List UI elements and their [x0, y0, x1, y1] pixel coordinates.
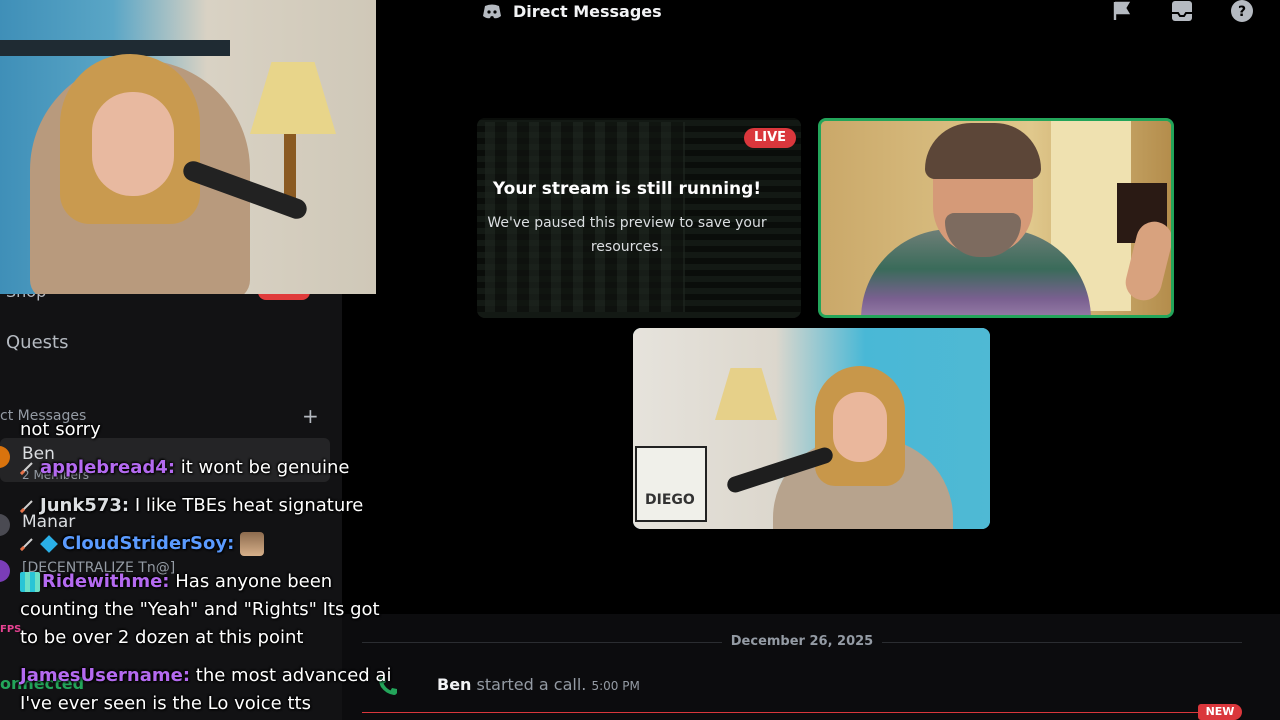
chat-text: I like TBEs heat signature [134, 495, 364, 516]
chat-username[interactable]: JamesUsername: [20, 665, 190, 686]
chat-username[interactable]: applebread4: [40, 457, 175, 478]
sword-badge-icon [20, 462, 33, 475]
chat-text: it wont be genuine [180, 457, 350, 478]
chat-username[interactable]: Junk573: [40, 495, 129, 516]
chat-message-continued: counting the "Yeah" and "Rights" Its got [20, 596, 380, 624]
webcam-person-face [92, 92, 174, 196]
chat-text: I've ever seen is the Lo voice tts [20, 693, 311, 714]
chat-message-continued: I've ever seen is the Lo voice tts [20, 690, 311, 718]
chat-username[interactable]: Ridewithme: [42, 571, 170, 592]
stream-chat-overlay: not sorry applebread4: it wont be genuin… [0, 419, 420, 720]
divider-line [882, 642, 1242, 643]
chat-text: the most advanced ai [195, 665, 392, 686]
chat-message-continued: to be over 2 dozen at this point [20, 624, 303, 652]
cube-badge-icon [40, 535, 58, 553]
flag-icon[interactable] [1110, 0, 1134, 22]
message-author[interactable]: Ben [437, 675, 471, 694]
chat-message: CloudStriderSoy: [20, 530, 265, 558]
sword-badge-icon [20, 538, 33, 551]
stream-paused-description: We've paused this preview to save your r… [487, 215, 767, 255]
participant-face [833, 392, 887, 462]
stream-paused-title: Your stream is still running! [492, 179, 762, 199]
chat-username[interactable]: CloudStriderSoy: [62, 533, 234, 554]
subscriber-badge-icon [20, 572, 40, 592]
sidebar-item-quests[interactable]: Quests [6, 332, 68, 353]
webcam-shelf [0, 40, 230, 56]
chat-text: counting the "Yeah" and "Rights" Its got [20, 599, 380, 620]
emote-icon [240, 532, 265, 556]
message-text: started a call. [476, 675, 587, 694]
video-sign: DIEGO [635, 446, 707, 522]
system-message-call: Ben started a call. 5:00 PM [437, 675, 640, 694]
chat-message: applebread4: it wont be genuine [20, 454, 350, 482]
live-badge: LIVE [744, 128, 796, 148]
chat-text: not sorry [20, 419, 101, 440]
video-tile-ben[interactable] [818, 118, 1174, 318]
message-list [342, 614, 1280, 720]
message-timestamp: 5:00 PM [591, 679, 640, 693]
chat-message: JamesUsername: the most advanced ai [20, 662, 391, 690]
page-title: Direct Messages [513, 2, 662, 21]
chat-message: Ridewithme: Has anyone been [20, 568, 332, 596]
new-messages-badge[interactable]: NEW [1198, 704, 1242, 720]
sword-badge-icon [20, 500, 33, 513]
help-icon[interactable]: ? [1230, 0, 1254, 22]
video-tile-self[interactable]: DIEGO [633, 328, 990, 529]
chat-message: Junk573: I like TBEs heat signature [20, 492, 363, 520]
date-divider: December 26, 2025 [362, 632, 1242, 652]
chat-message: not sorry [20, 416, 101, 444]
chat-text: to be over 2 dozen at this point [20, 627, 304, 648]
svg-text:?: ? [1238, 4, 1246, 20]
sign-text: DIEGO [645, 492, 695, 508]
chat-text: Has anyone been [175, 571, 333, 592]
channel-header: Direct Messages ? [376, 0, 1280, 32]
discord-icon [483, 4, 501, 19]
screen: Shop NEW Quests ct Messages + Ben 2 Memb… [0, 0, 1280, 720]
new-messages-divider [362, 712, 1206, 713]
inbox-icon[interactable] [1170, 0, 1194, 22]
streamer-webcam [0, 0, 376, 294]
